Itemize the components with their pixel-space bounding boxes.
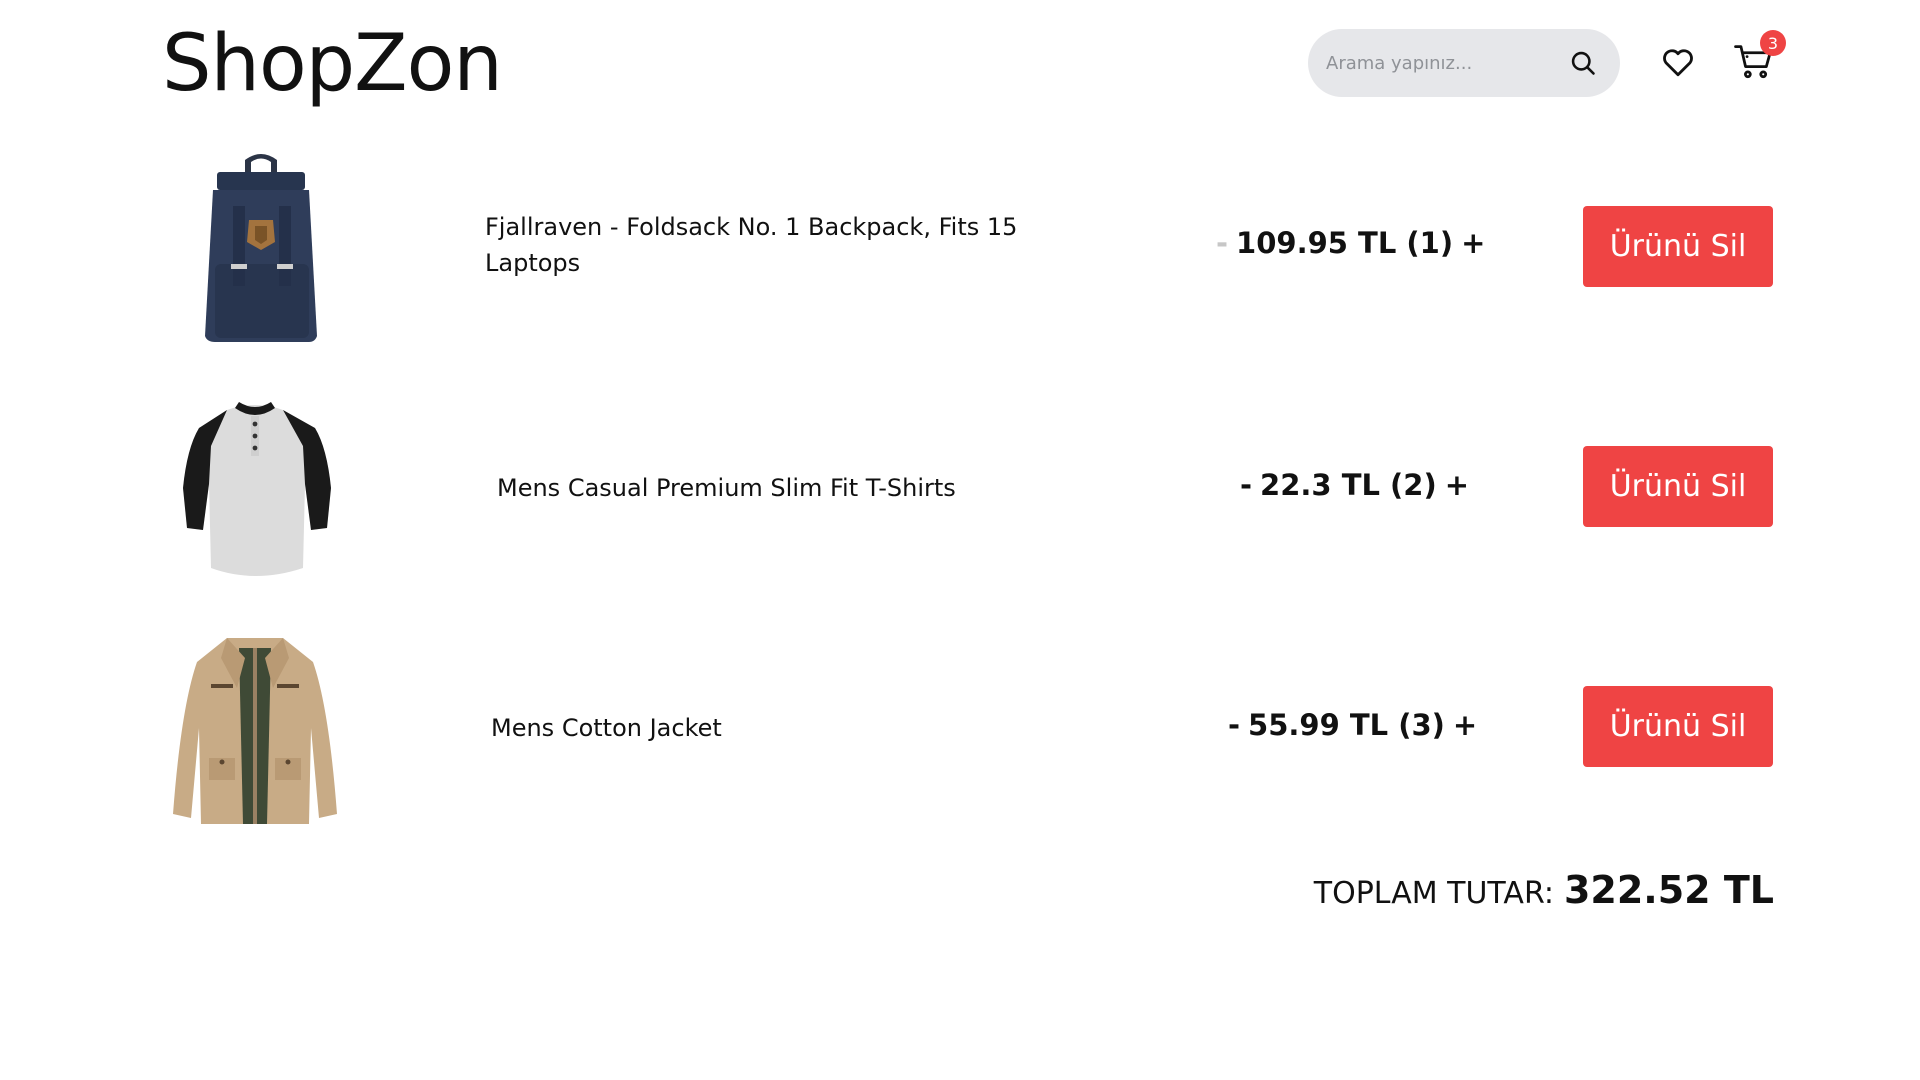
- price-quantity: 22.3 TL (2): [1260, 468, 1437, 502]
- total-amount: 322.52 TL: [1563, 868, 1774, 912]
- decrease-quantity-button[interactable]: -: [1240, 468, 1252, 502]
- cart-item-row: Fjallraven - Foldsack No. 1 Backpack, Fi…: [0, 146, 1920, 346]
- remove-item-button[interactable]: Ürünü Sil: [1583, 206, 1773, 287]
- cart-item-row: Mens Cotton Jacket - 55.99 TL (3) + Ürün…: [0, 628, 1920, 828]
- cart-total: TOPLAM TUTAR: 322.52 TL: [1314, 868, 1774, 912]
- product-title[interactable]: Fjallraven - Foldsack No. 1 Backpack, Fi…: [485, 209, 1017, 281]
- product-title[interactable]: Mens Casual Premium Slim Fit T-Shirts: [497, 470, 956, 506]
- remove-item-button[interactable]: Ürünü Sil: [1583, 686, 1773, 767]
- product-title-line: Fjallraven - Foldsack No. 1 Backpack, Fi…: [485, 213, 1018, 241]
- search-input[interactable]: [1326, 52, 1566, 74]
- product-image-jacket: [165, 628, 345, 828]
- search-bar: [1308, 29, 1620, 97]
- increase-quantity-button[interactable]: +: [1461, 226, 1485, 260]
- increase-quantity-button[interactable]: +: [1453, 708, 1477, 742]
- product-image-t-shirt: [165, 388, 345, 588]
- site-logo[interactable]: ShopZon: [162, 18, 503, 110]
- price-quantity: 109.95 TL (1): [1236, 226, 1454, 260]
- remove-item-button[interactable]: Ürünü Sil: [1583, 446, 1773, 527]
- decrease-quantity-button[interactable]: -: [1216, 226, 1228, 260]
- quantity-control: - 109.95 TL (1) +: [1216, 226, 1485, 260]
- product-title-line: Laptops: [485, 249, 581, 277]
- cart-page: ShopZon 3: [0, 0, 1920, 1080]
- search-icon[interactable]: [1566, 46, 1600, 80]
- total-label: TOPLAM TUTAR:: [1313, 876, 1554, 911]
- cart-item-row: Mens Casual Premium Slim Fit T-Shirts - …: [0, 388, 1920, 588]
- cart-count-badge: 3: [1760, 30, 1786, 56]
- quantity-control: - 55.99 TL (3) +: [1228, 708, 1477, 742]
- increase-quantity-button[interactable]: +: [1445, 468, 1469, 502]
- product-title[interactable]: Mens Cotton Jacket: [491, 710, 722, 746]
- price-quantity: 55.99 TL (3): [1248, 708, 1445, 742]
- quantity-control: - 22.3 TL (2) +: [1240, 468, 1469, 502]
- decrease-quantity-button[interactable]: -: [1228, 708, 1240, 742]
- product-image-backpack: [165, 146, 345, 346]
- heart-icon[interactable]: [1660, 44, 1696, 80]
